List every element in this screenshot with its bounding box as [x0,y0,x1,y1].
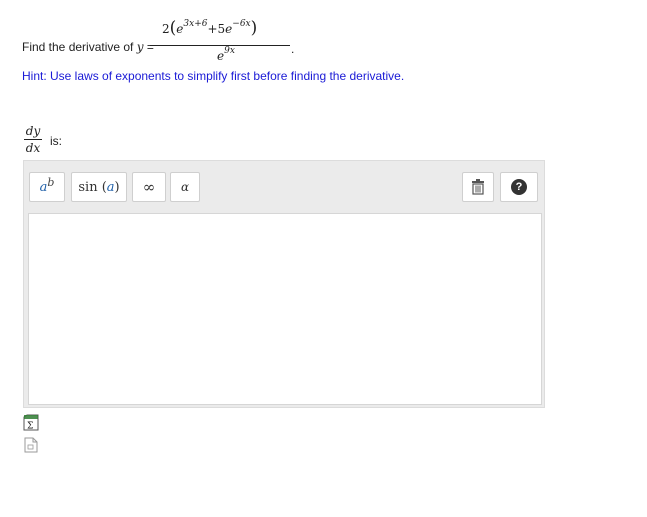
period: . [291,42,295,56]
sin-button[interactable]: sin (a) [71,172,127,202]
preview-icon[interactable] [24,437,38,458]
trash-icon [472,179,484,195]
numerator: 2(e3x+6+5e−6x) [162,18,258,38]
hint-text: Hint: Use laws of exponents to simplify … [22,69,405,83]
help-icon: ? [511,179,527,195]
is-label: is: [50,134,62,148]
svg-text:Σ: Σ [27,422,33,432]
help-button[interactable]: ? [500,172,538,202]
answer-input[interactable] [28,213,542,405]
power-button[interactable]: ab [29,172,65,202]
denominator: e9x [217,46,235,63]
math-editor: ab sin (a) ∞ α ? [23,160,545,408]
dydx-label: dy dx [24,124,42,155]
fraction-bar [150,45,290,46]
equation-editor-icon[interactable]: Σ [23,414,39,436]
clear-button[interactable] [462,172,494,202]
function-fraction: 2(e3x+6+5e−6x) e9x [150,18,290,66]
question-text: Find the derivative of y = [22,40,154,54]
y-variable: y [136,40,144,54]
infinity-button[interactable]: ∞ [132,172,166,202]
alpha-button[interactable]: α [170,172,200,202]
